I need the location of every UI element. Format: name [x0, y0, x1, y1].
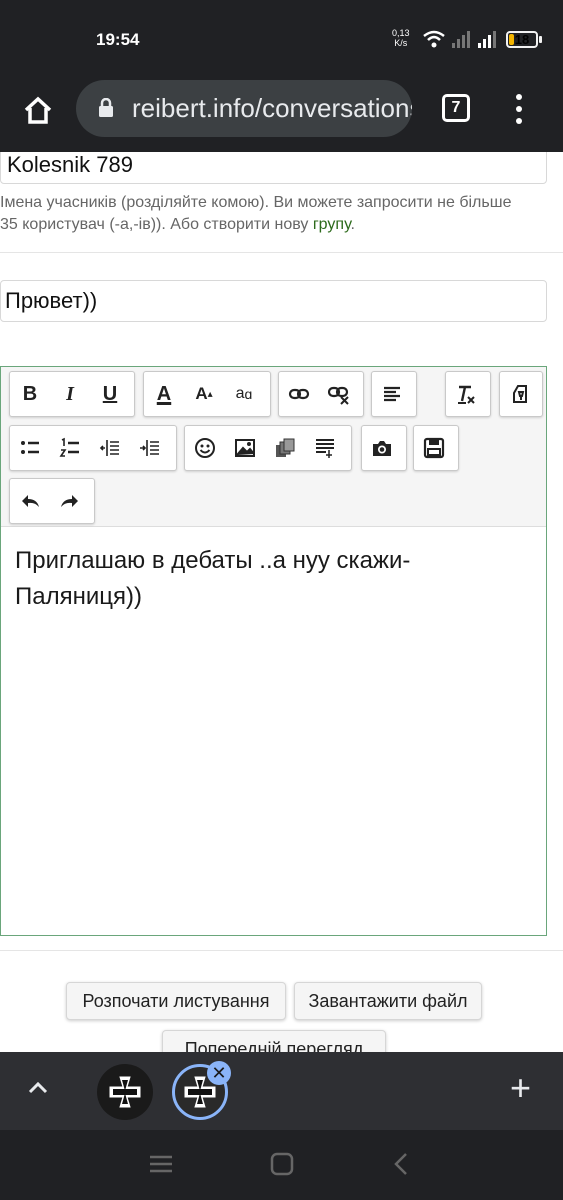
- link-group: [278, 371, 364, 417]
- battery-icon: 18: [506, 31, 538, 48]
- back-chevron-icon: [394, 1153, 407, 1175]
- list-group: [9, 425, 177, 471]
- align-button[interactable]: [372, 372, 412, 416]
- url-text: reibert.info/conversations: [132, 93, 412, 123]
- link-icon: [288, 388, 310, 400]
- square-icon: [270, 1152, 294, 1176]
- insert-media-button[interactable]: [265, 426, 305, 470]
- text-style-group: B I U: [9, 371, 135, 417]
- media-icon: [276, 438, 295, 457]
- font-family-button[interactable]: aɑ: [224, 372, 264, 416]
- cell-signal-1-icon: [452, 31, 470, 48]
- system-nav-bar: [0, 1130, 563, 1200]
- menu-lines-icon: [150, 1155, 172, 1173]
- align-left-icon: [384, 386, 400, 402]
- battery-tip: [539, 36, 542, 43]
- toggle-bbcode-button[interactable]: [500, 372, 540, 416]
- bold-button[interactable]: B: [10, 372, 50, 416]
- home-nav-button[interactable]: [269, 1152, 295, 1181]
- message-textarea[interactable]: Приглашаю в дебаты ..а нуу скажи-Паляниц…: [15, 543, 535, 615]
- remove-format-button[interactable]: [446, 372, 486, 416]
- numbered-list-icon: [59, 437, 79, 457]
- plug-icon: [513, 385, 527, 403]
- network-speed: 0,13 K/s: [392, 28, 410, 48]
- font-group: A A ▴ aɑ: [143, 371, 271, 417]
- outdent-button[interactable]: [90, 426, 130, 470]
- back-nav-button[interactable]: [390, 1152, 416, 1181]
- numbered-list-button[interactable]: [50, 426, 90, 470]
- page-content: Kolesnik 789 Імена учасників (розділяйте…: [0, 152, 563, 1052]
- cell-signal-2-icon: [478, 31, 496, 48]
- insert-image-button[interactable]: [225, 426, 265, 470]
- divider: [0, 252, 563, 253]
- smilie-button[interactable]: [185, 426, 225, 470]
- divider: [0, 950, 563, 951]
- redo-button[interactable]: [50, 479, 90, 523]
- recipients-hint: Імена учасників (розділяйте комою). Ви м…: [0, 194, 512, 233]
- undo-icon: [22, 495, 39, 507]
- floppy-disk-icon: [423, 437, 445, 459]
- start-conversation-button[interactable]: Розпочати листування: [66, 982, 286, 1020]
- signal-icons: [422, 28, 502, 55]
- save-draft-group: [413, 425, 459, 471]
- remove-format-icon: [458, 385, 475, 404]
- toggle-bbcode-group: [499, 371, 543, 417]
- iron-cross-icon: [109, 1076, 141, 1108]
- conversation-title-input[interactable]: Прювет)): [0, 280, 547, 322]
- insert-code-button[interactable]: [305, 426, 345, 470]
- lock-icon: [99, 98, 113, 117]
- tab-thumbnail[interactable]: [97, 1064, 153, 1120]
- close-tab-button[interactable]: ✕: [207, 1061, 231, 1085]
- preview-button[interactable]: Попередній перегляд: [162, 1030, 386, 1052]
- undo-button[interactable]: [10, 479, 50, 523]
- code-block-icon: [316, 439, 334, 458]
- unlink-icon: [328, 386, 349, 405]
- font-size-button[interactable]: A ▴: [184, 372, 224, 416]
- unlink-button[interactable]: [319, 372, 359, 416]
- address-bar[interactable]: reibert.info/conversations: [76, 80, 412, 137]
- history-group: [9, 478, 95, 524]
- browser-toolbar: reibert.info/conversations 7: [0, 80, 563, 152]
- insert-group: [184, 425, 352, 471]
- camera-button[interactable]: [362, 426, 402, 470]
- clear-format-group: [445, 371, 491, 417]
- tab-strip: ✕ +: [0, 1052, 563, 1130]
- tab-switcher-button[interactable]: 7: [442, 94, 470, 122]
- bullet-list-icon: [21, 441, 39, 454]
- expand-tabs-button[interactable]: [24, 1074, 52, 1102]
- upload-file-button[interactable]: Завантажити файл: [294, 982, 482, 1020]
- font-color-button[interactable]: A: [144, 372, 184, 416]
- more-menu-button[interactable]: [506, 92, 532, 126]
- redo-icon: [61, 495, 78, 507]
- recent-apps-button[interactable]: [148, 1152, 174, 1181]
- bullet-list-button[interactable]: [10, 426, 50, 470]
- italic-button[interactable]: I: [50, 372, 90, 416]
- image-icon: [235, 439, 255, 457]
- link-button[interactable]: [279, 372, 319, 416]
- indent-icon: [140, 440, 159, 456]
- home-button[interactable]: [18, 90, 58, 130]
- message-editor: B I U A A ▴ aɑ Приглашаю в дебаты ..а ну…: [0, 366, 547, 936]
- align-group: [371, 371, 417, 417]
- camera-icon: [373, 441, 391, 456]
- underline-button[interactable]: U: [90, 372, 130, 416]
- recipients-input[interactable]: Kolesnik 789: [0, 152, 547, 184]
- smiley-icon: [195, 438, 215, 458]
- create-group-link[interactable]: групу: [313, 216, 351, 233]
- camera-group: [361, 425, 407, 471]
- save-draft-button[interactable]: [414, 426, 454, 470]
- indent-button[interactable]: [130, 426, 170, 470]
- wifi-icon: [423, 30, 445, 48]
- status-bar: 19:54 0,13 K/s 18: [0, 0, 563, 80]
- editor-toolbar: B I U A A ▴ aɑ: [1, 367, 546, 527]
- new-tab-button[interactable]: +: [510, 1068, 531, 1108]
- outdent-icon: [99, 440, 119, 456]
- status-time: 19:54: [96, 30, 140, 49]
- chevron-up-icon: [28, 1081, 48, 1094]
- home-icon: [24, 96, 52, 124]
